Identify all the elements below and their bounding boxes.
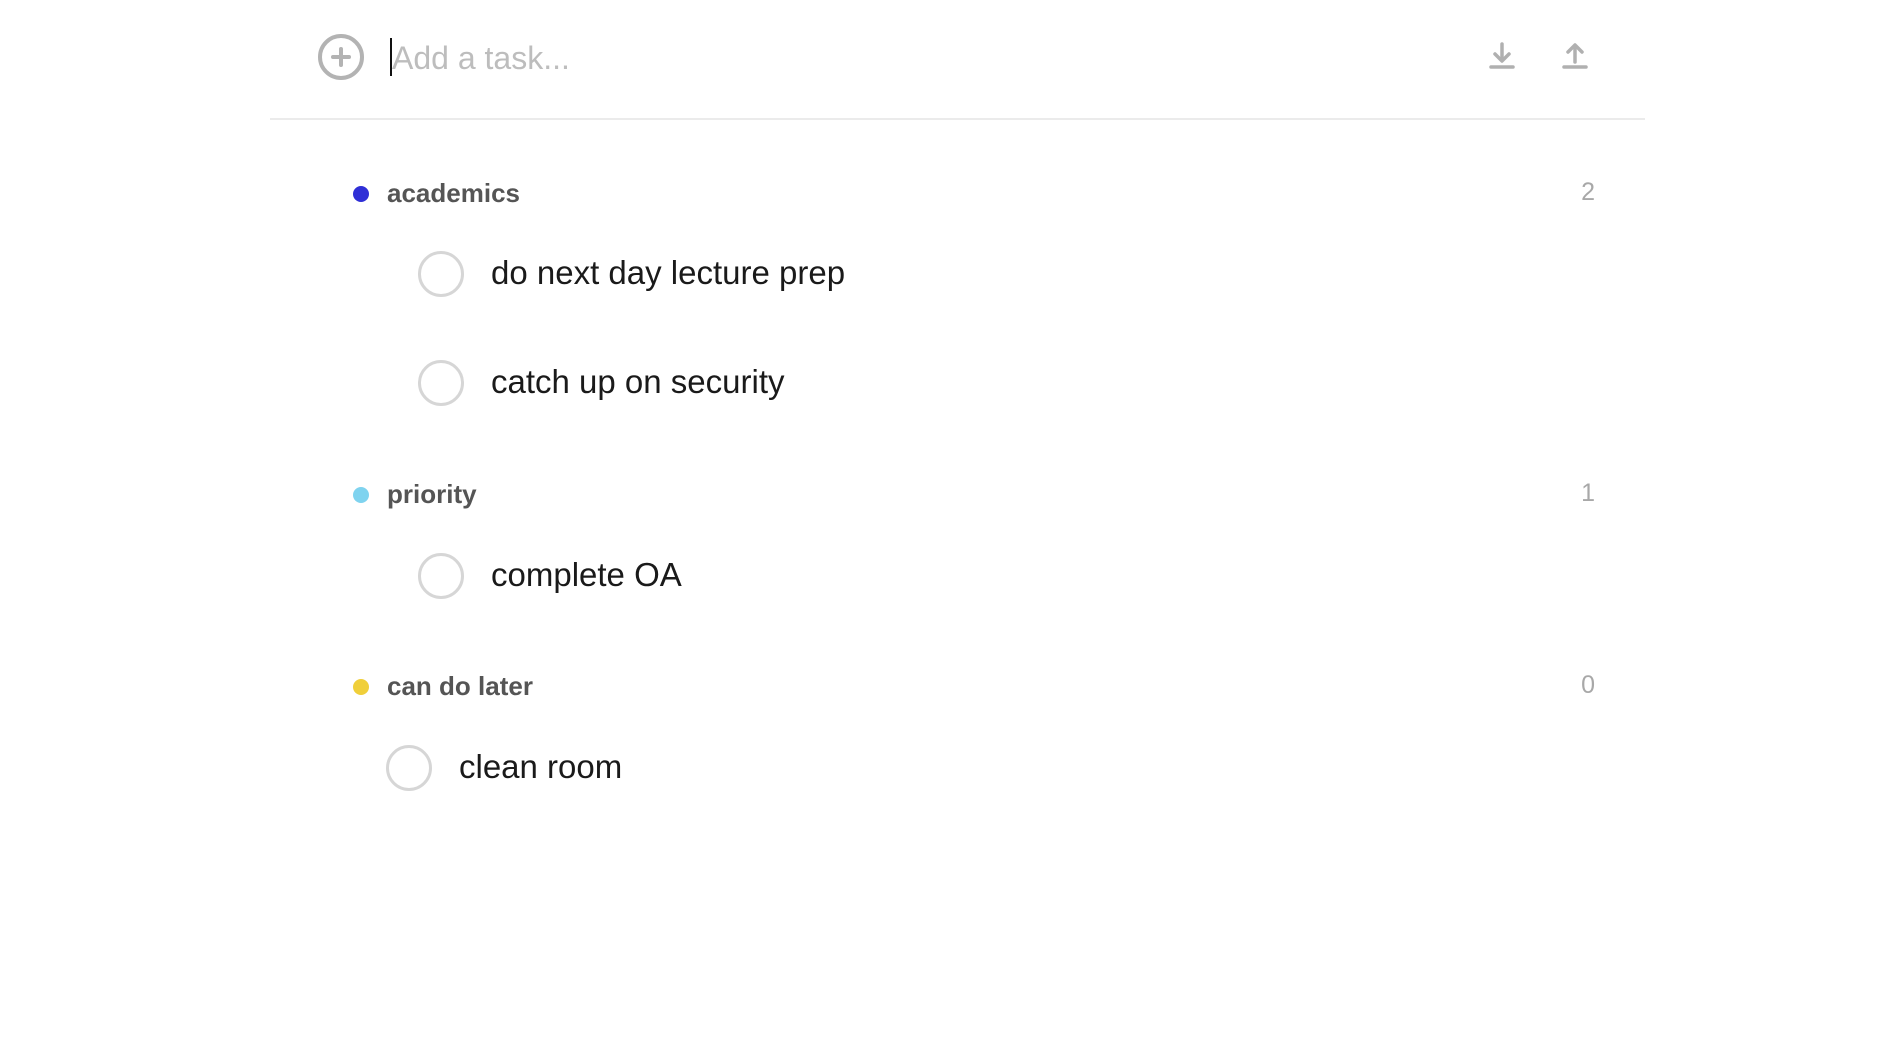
group-title[interactable]: can do later	[387, 671, 533, 702]
group-header-academics: academics 2	[353, 173, 1595, 213]
todo-app: academics 2 do next day lecture prep cat…	[0, 0, 1898, 1042]
task-entry-bar	[270, 0, 1645, 120]
text-caret	[390, 38, 392, 76]
task-checkbox[interactable]	[418, 360, 464, 406]
add-task-icon[interactable]	[318, 34, 364, 80]
add-task-input[interactable]	[392, 30, 1152, 86]
group-title[interactable]: priority	[387, 479, 477, 510]
task-checkbox[interactable]	[418, 553, 464, 599]
task-checkbox[interactable]	[418, 251, 464, 297]
group-header-can-do-later: can do later 0	[353, 666, 1595, 706]
group-title[interactable]: academics	[387, 178, 520, 209]
group-color-dot	[353, 679, 369, 695]
group-header-priority: priority 1	[353, 474, 1595, 514]
group-color-dot	[353, 487, 369, 503]
task-checkbox[interactable]	[386, 745, 432, 791]
group-count: 1	[1581, 479, 1595, 507]
task-label[interactable]: clean room	[459, 748, 622, 786]
group-count: 2	[1581, 178, 1595, 206]
download-icon[interactable]	[1484, 38, 1520, 74]
task-label[interactable]: do next day lecture prep	[491, 254, 845, 292]
task-label[interactable]: complete OA	[491, 556, 682, 594]
upload-icon[interactable]	[1557, 38, 1593, 74]
task-label[interactable]: catch up on security	[491, 363, 785, 401]
group-color-dot	[353, 186, 369, 202]
group-count: 0	[1581, 671, 1595, 699]
